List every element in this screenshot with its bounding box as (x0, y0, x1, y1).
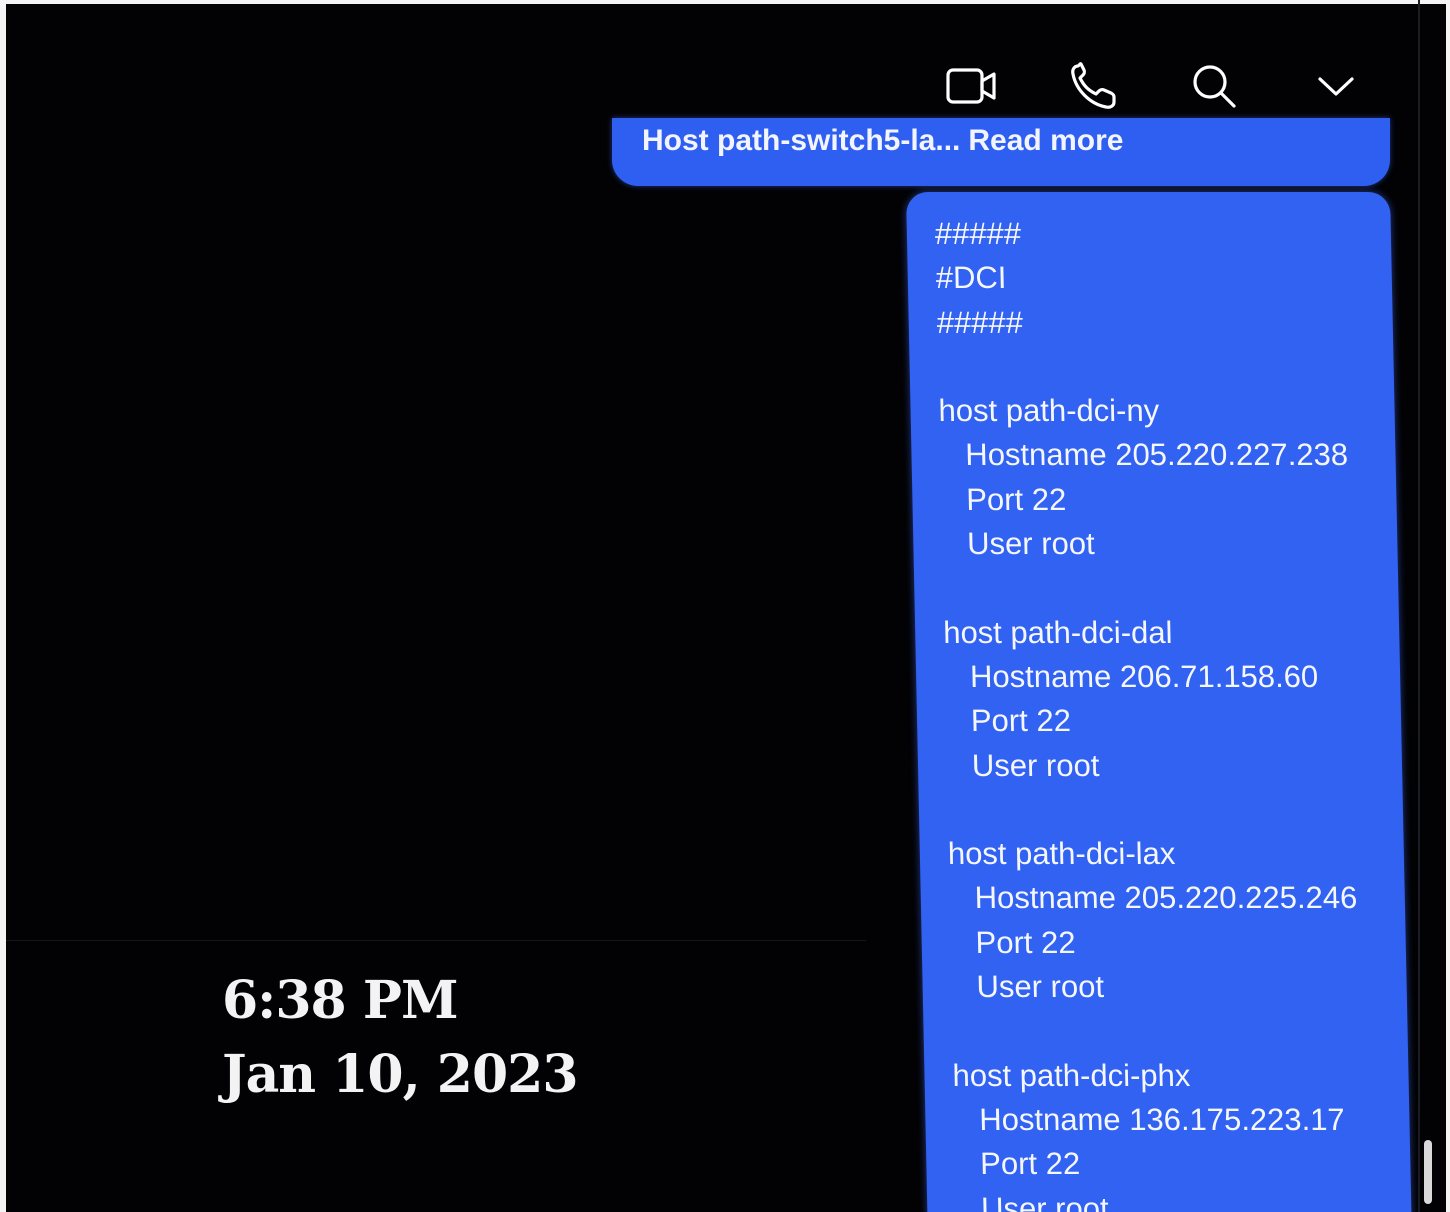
search-button[interactable] (1184, 58, 1244, 118)
message-line: User root (945, 747, 1100, 783)
message-text: ##### #DCI ##### host path-dci-ny Hostname… (934, 212, 1364, 1212)
timestamp-overlay: 6:38 PM Jan 10, 2023 (222, 964, 579, 1112)
message-line: Hostname 205.220.225.246 (948, 880, 1358, 916)
message-line (946, 788, 1355, 832)
message-line: User root (950, 969, 1105, 1005)
message-line (951, 1009, 1360, 1053)
message-line: host path-dci-dal (942, 614, 1173, 650)
previous-message-preview: Host path-switch5-la... Read more (642, 124, 1123, 158)
more-options-button[interactable] (1306, 58, 1366, 118)
message-line: host path-dci-phx (952, 1057, 1191, 1093)
message-line: Port 22 (953, 1146, 1081, 1182)
chat-toolbar (930, 58, 1380, 118)
timestamp-date: Jan 10, 2023 (222, 1044, 579, 1105)
search-icon (1189, 61, 1239, 116)
message-bubble[interactable]: ##### #DCI ##### host path-dci-ny Hostname… (906, 192, 1412, 1212)
message-line: ##### (936, 304, 1024, 340)
voice-call-button[interactable] (1064, 58, 1124, 118)
message-line: host path-dci-ny (938, 393, 1160, 429)
timestamp-time: 6:38 PM (222, 970, 459, 1031)
previous-message-bubble[interactable]: Host path-switch5-la... Read more (612, 118, 1390, 186)
message-line: Hostname 205.220.227.238 (939, 437, 1349, 473)
message-line: Port 22 (944, 703, 1072, 739)
photo-border-left (0, 0, 6, 1212)
separator-line (6, 940, 866, 941)
pane-divider (1418, 0, 1420, 1212)
video-camera-icon (944, 62, 1000, 115)
phone-icon (1068, 60, 1120, 117)
message-line (942, 566, 1351, 610)
message-line: Port 22 (949, 924, 1076, 960)
message-line: User root (940, 526, 1096, 562)
message-line: Hostname 136.175.223.17 (953, 1101, 1346, 1137)
chat-screen: Host path-switch5-la... Read more ##### #D… (0, 0, 1450, 1212)
read-more-link[interactable]: Read more (968, 124, 1123, 157)
chevron-down-icon (1314, 66, 1358, 111)
message-line (937, 345, 1346, 389)
message-line: ##### (934, 216, 1022, 251)
photo-border-right (1446, 0, 1450, 1212)
message-line: Hostname 206.71.158.60 (943, 658, 1319, 694)
message-line: User root (954, 1190, 1109, 1212)
message-line: host path-dci-lax (947, 836, 1176, 872)
photo-border-top (0, 0, 1450, 4)
previous-message-text: Host path-switch5-la... (642, 124, 961, 157)
scrollbar-thumb[interactable] (1424, 1140, 1432, 1204)
message-line: #DCI (935, 260, 1007, 296)
video-call-button[interactable] (942, 58, 1002, 118)
message-line: Port 22 (940, 481, 1067, 517)
